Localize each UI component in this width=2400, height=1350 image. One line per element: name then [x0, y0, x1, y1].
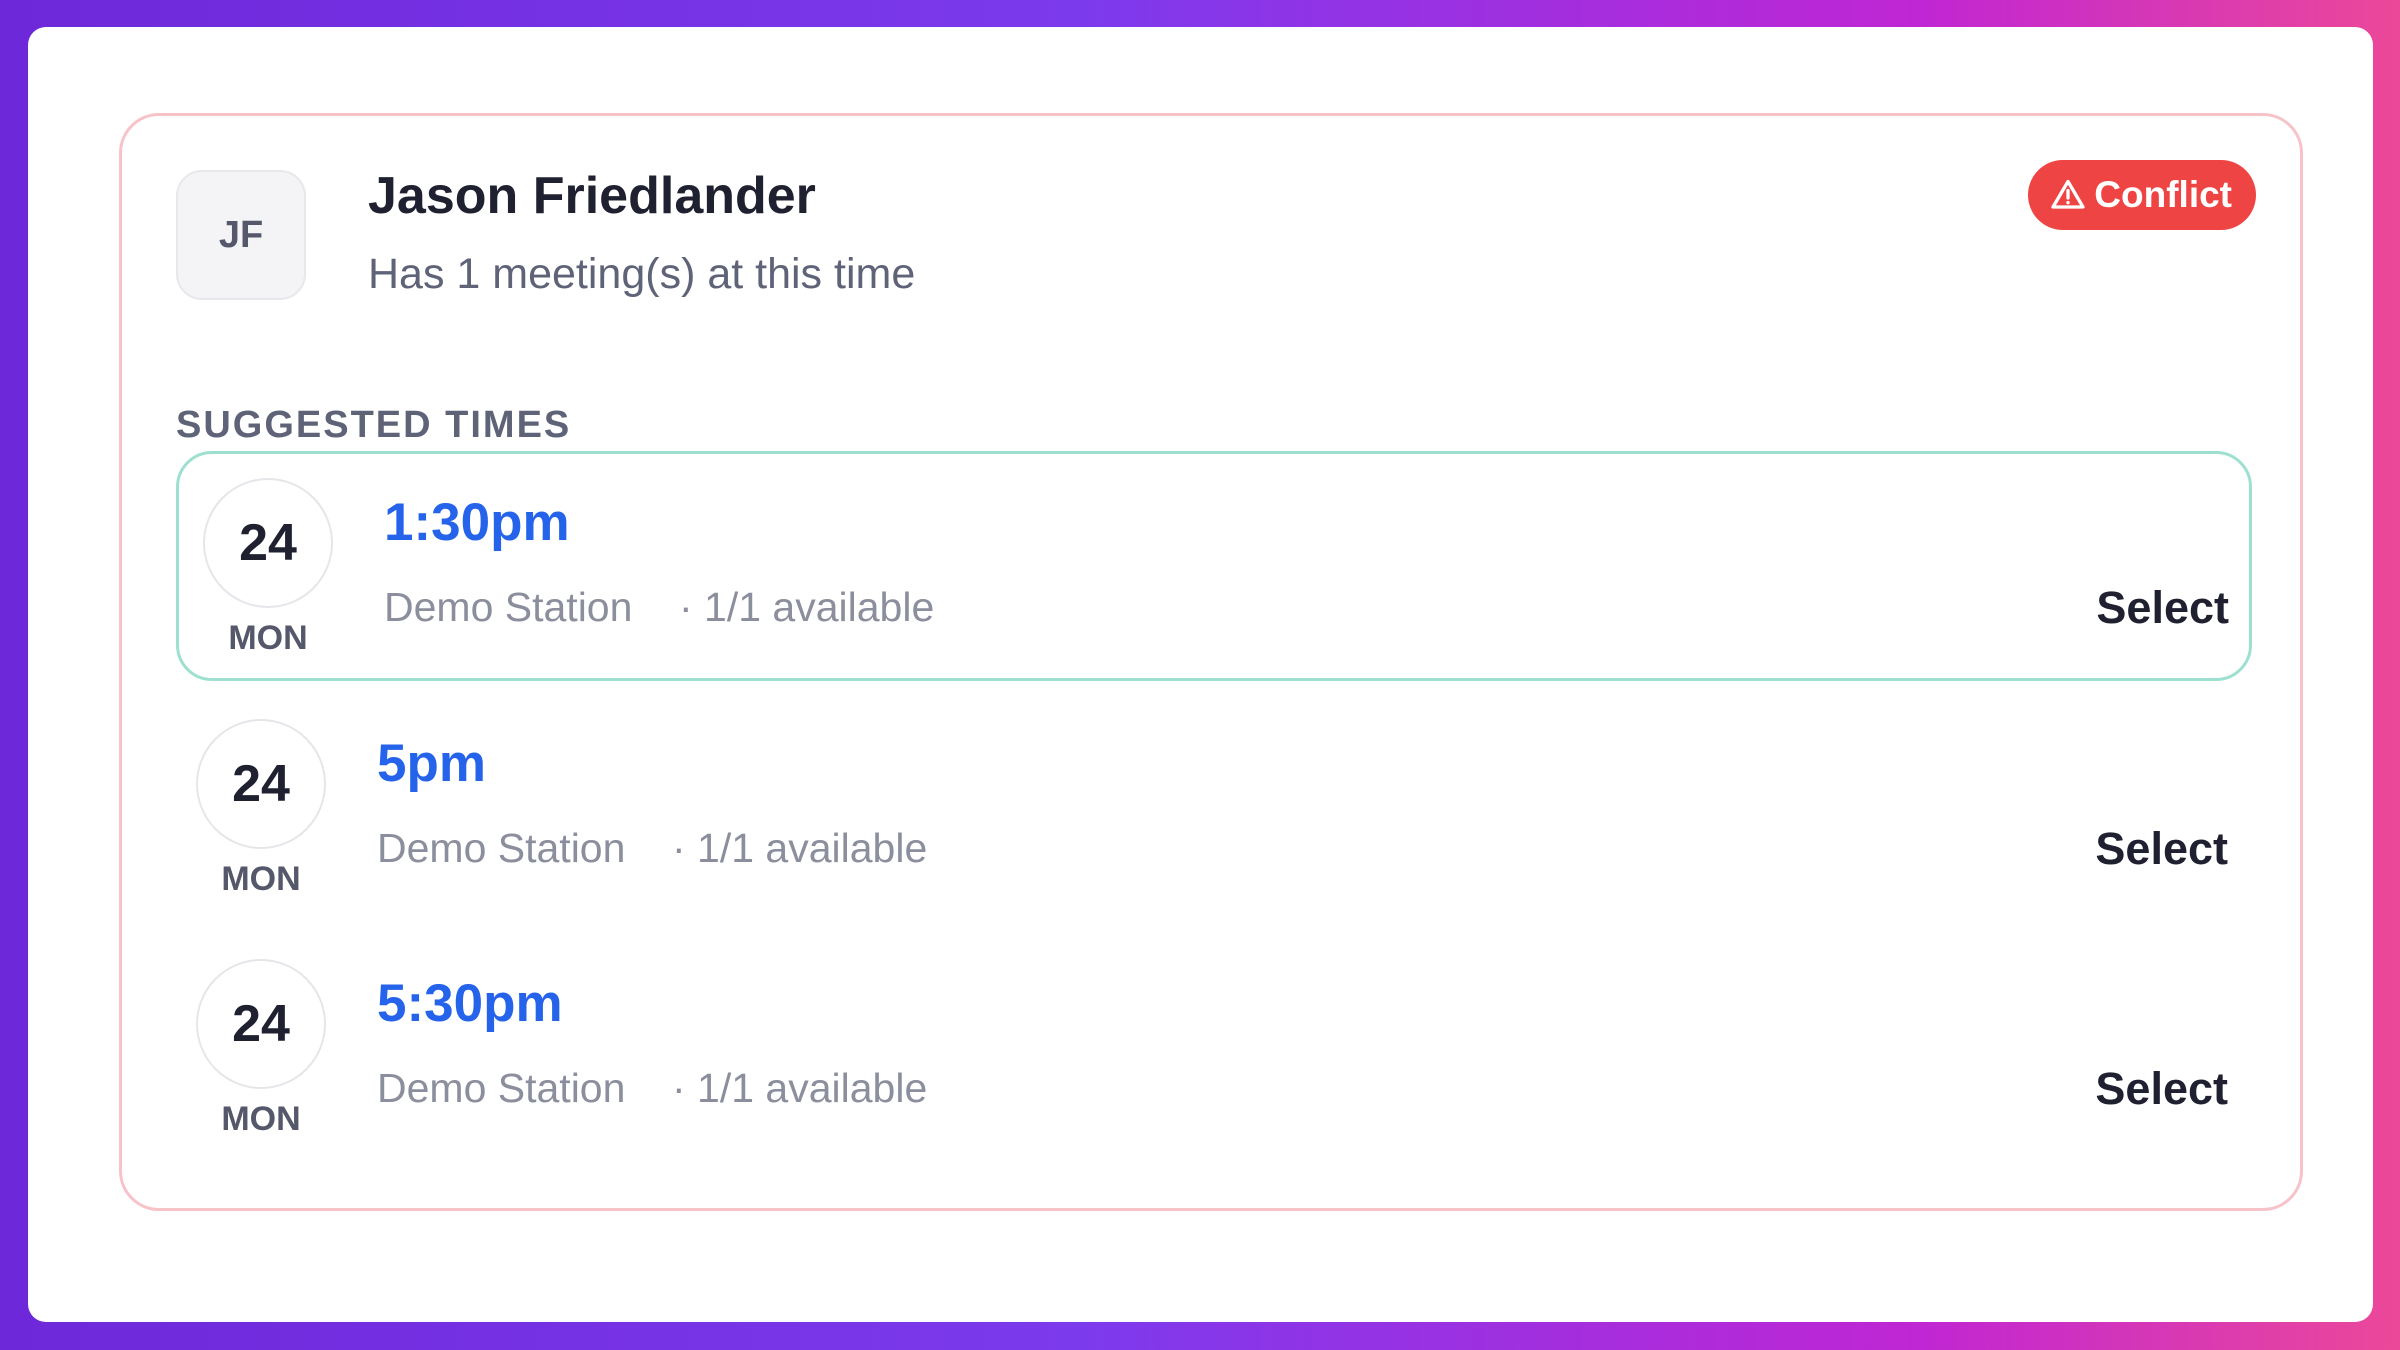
- select-button[interactable]: Select: [2095, 823, 2228, 875]
- slot-time: 5:30pm: [377, 974, 563, 1033]
- slot-availability: · 1/1 available: [679, 584, 935, 630]
- date-number: 24: [196, 959, 326, 1089]
- section-label: SUGGESTED TIMES: [176, 404, 572, 446]
- date-number: 24: [196, 719, 326, 849]
- conflict-badge-label: Conflict: [2094, 174, 2232, 215]
- slot-time: 1:30pm: [384, 493, 570, 552]
- slot-location: Demo Station: [384, 584, 633, 630]
- date-number: 24: [203, 478, 333, 608]
- select-button[interactable]: Select: [2095, 1063, 2228, 1115]
- slot-location: Demo Station: [377, 1065, 626, 1111]
- select-button[interactable]: Select: [2096, 582, 2229, 634]
- conflict-card: JF Jason Friedlander Has 1 meeting(s) at…: [119, 113, 2303, 1211]
- day-label: MON: [221, 860, 301, 898]
- slot-availability: · 1/1 available: [672, 1065, 928, 1111]
- day-label: MON: [221, 1100, 301, 1138]
- conflict-badge: Conflict: [2028, 160, 2256, 230]
- slot-time: 5pm: [377, 734, 486, 793]
- day-label: MON: [228, 619, 308, 657]
- user-name: Jason Friedlander: [368, 167, 816, 225]
- time-slot[interactable]: 24 MON 5:30pm Demo Station · 1/1 availab…: [172, 935, 2248, 1165]
- avatar: JF: [176, 170, 306, 300]
- time-slot[interactable]: 24 MON 5pm Demo Station · 1/1 available …: [172, 695, 2248, 925]
- main-panel: JF Jason Friedlander Has 1 meeting(s) at…: [28, 27, 2373, 1322]
- meeting-count-text: Has 1 meeting(s) at this time: [368, 250, 916, 298]
- slot-location: Demo Station: [377, 825, 626, 871]
- time-slot[interactable]: 24 MON 1:30pm Demo Station · 1/1 availab…: [176, 451, 2252, 681]
- slot-availability: · 1/1 available: [672, 825, 928, 871]
- warning-triangle-icon: [2051, 179, 2085, 209]
